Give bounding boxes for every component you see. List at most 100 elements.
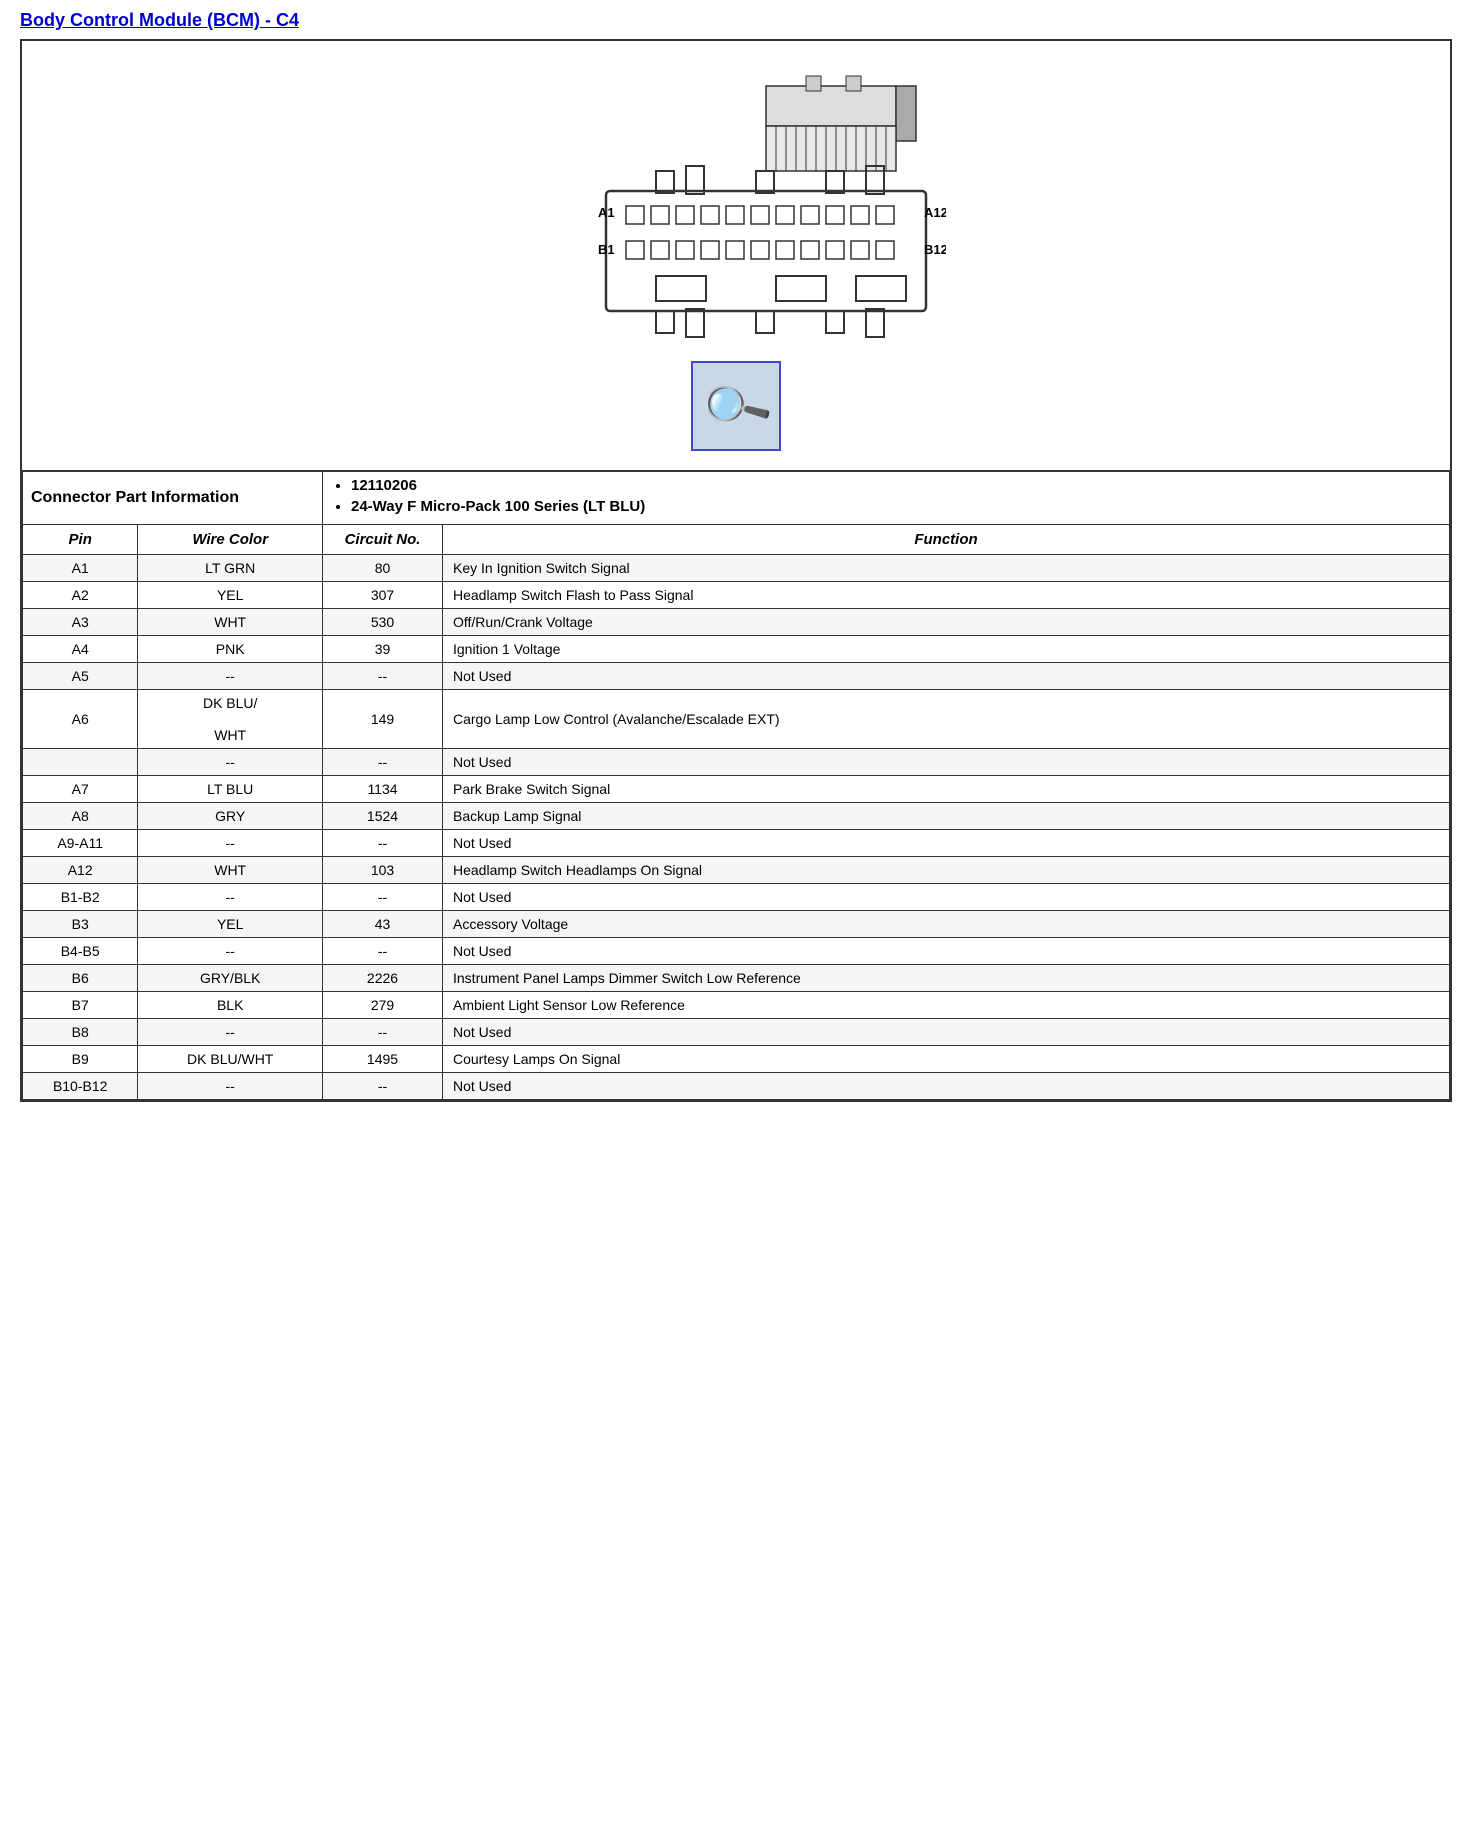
table-row: B9DK BLU/WHT1495Courtesy Lamps On Signal [23, 1046, 1450, 1073]
wire-color-cell: -- [138, 830, 323, 857]
table-row: A9-A11----Not Used [23, 830, 1450, 857]
circuit-no-cell: 530 [323, 609, 443, 636]
magnifier-button[interactable]: 🔍 [691, 361, 781, 451]
function-cell: Not Used [443, 663, 1450, 690]
function-cell: Not Used [443, 884, 1450, 911]
circuit-no-cell: 103 [323, 857, 443, 884]
connector-table: Connector Part Information 12110206 24-W… [22, 471, 1450, 1100]
page-title: Body Control Module (BCM) - C4 [20, 10, 1452, 31]
table-row: A2YEL307Headlamp Switch Flash to Pass Si… [23, 582, 1450, 609]
pin-cell: A2 [23, 582, 138, 609]
table-row: A8GRY1524Backup Lamp Signal [23, 803, 1450, 830]
table-row: A1LT GRN80Key In Ignition Switch Signal [23, 555, 1450, 582]
wire-color-cell: DK BLU/WHT [138, 1046, 323, 1073]
pin-cell: A9-A11 [23, 830, 138, 857]
table-row: A12WHT103Headlamp Switch Headlamps On Si… [23, 857, 1450, 884]
pin-cell: A7 [23, 776, 138, 803]
function-cell: Instrument Panel Lamps Dimmer Switch Low… [443, 965, 1450, 992]
circuit-no-cell: -- [323, 663, 443, 690]
connector-diagram: A1 A12 B1 B12 [526, 61, 946, 341]
pin-cell: B3 [23, 911, 138, 938]
connector-info-label: Connector Part Information [23, 472, 323, 525]
svg-text:A1: A1 [598, 205, 615, 220]
circuit-no-cell: -- [323, 1019, 443, 1046]
connector-info-row: Connector Part Information 12110206 24-W… [23, 472, 1450, 525]
wire-color-cell: WHT [138, 609, 323, 636]
function-cell: Not Used [443, 1019, 1450, 1046]
connector-part-cell: 12110206 24-Way F Micro-Pack 100 Series … [323, 472, 1450, 525]
function-cell: Ignition 1 Voltage [443, 636, 1450, 663]
table-header-row: Pin Wire Color Circuit No. Function [23, 525, 1450, 555]
part-description: 24-Way F Micro-Pack 100 Series (LT BLU) [351, 498, 1441, 515]
magnifier-icon: 🔍 [696, 366, 776, 445]
function-cell: Backup Lamp Signal [443, 803, 1450, 830]
svg-text:B12: B12 [924, 242, 946, 257]
table-row: A7LT BLU1134Park Brake Switch Signal [23, 776, 1450, 803]
wire-color-cell: WHT [138, 857, 323, 884]
function-cell: Off/Run/Crank Voltage [443, 609, 1450, 636]
pin-cell: A1 [23, 555, 138, 582]
function-cell: Not Used [443, 938, 1450, 965]
circuit-no-cell: 43 [323, 911, 443, 938]
function-cell: Cargo Lamp Low Control (Avalanche/Escala… [443, 690, 1450, 749]
header-pin: Pin [23, 525, 138, 555]
pin-cell: B7 [23, 992, 138, 1019]
table-row: B1-B2----Not Used [23, 884, 1450, 911]
table-row: ----Not Used [23, 749, 1450, 776]
wire-color-cell: LT GRN [138, 555, 323, 582]
table-row: A5----Not Used [23, 663, 1450, 690]
wire-color-cell: -- [138, 663, 323, 690]
wire-color-cell: -- [138, 1073, 323, 1100]
circuit-no-cell: -- [323, 1073, 443, 1100]
table-row: B10-B12----Not Used [23, 1073, 1450, 1100]
circuit-no-cell: -- [323, 884, 443, 911]
wire-color-cell: GRY [138, 803, 323, 830]
pin-cell: B6 [23, 965, 138, 992]
table-row: B4-B5----Not Used [23, 938, 1450, 965]
circuit-no-cell: -- [323, 938, 443, 965]
pin-cell: A6 [23, 690, 138, 749]
circuit-no-cell: -- [323, 749, 443, 776]
header-wire-color: Wire Color [138, 525, 323, 555]
function-cell: Not Used [443, 830, 1450, 857]
function-cell: Key In Ignition Switch Signal [443, 555, 1450, 582]
pin-cell: A3 [23, 609, 138, 636]
function-cell: Headlamp Switch Flash to Pass Signal [443, 582, 1450, 609]
svg-text:B1: B1 [598, 242, 615, 257]
pin-cell [23, 749, 138, 776]
function-cell: Courtesy Lamps On Signal [443, 1046, 1450, 1073]
wire-color-cell: -- [138, 884, 323, 911]
wire-color-cell: -- [138, 938, 323, 965]
wire-color-cell: GRY/BLK [138, 965, 323, 992]
wire-color-cell: -- [138, 749, 323, 776]
circuit-no-cell: 279 [323, 992, 443, 1019]
table-row: B8----Not Used [23, 1019, 1450, 1046]
wire-color-cell: YEL [138, 582, 323, 609]
header-circuit-no: Circuit No. [323, 525, 443, 555]
circuit-no-cell: 2226 [323, 965, 443, 992]
function-cell: Ambient Light Sensor Low Reference [443, 992, 1450, 1019]
circuit-no-cell: 307 [323, 582, 443, 609]
function-cell: Not Used [443, 1073, 1450, 1100]
function-cell: Headlamp Switch Headlamps On Signal [443, 857, 1450, 884]
svg-text:A12: A12 [924, 205, 946, 220]
function-cell: Accessory Voltage [443, 911, 1450, 938]
pin-cell: B10-B12 [23, 1073, 138, 1100]
circuit-no-cell: 80 [323, 555, 443, 582]
pin-cell: A12 [23, 857, 138, 884]
wire-color-cell: YEL [138, 911, 323, 938]
table-row: A3WHT530Off/Run/Crank Voltage [23, 609, 1450, 636]
page-container: Body Control Module (BCM) - C4 [0, 0, 1472, 1122]
table-row: A6DK BLU/WHT149Cargo Lamp Low Control (A… [23, 690, 1450, 749]
table-row: B6GRY/BLK2226Instrument Panel Lamps Dimm… [23, 965, 1450, 992]
pin-cell: B1-B2 [23, 884, 138, 911]
wire-color-cell: BLK [138, 992, 323, 1019]
circuit-no-cell: 39 [323, 636, 443, 663]
wire-color-cell: PNK [138, 636, 323, 663]
circuit-no-cell: 149 [323, 690, 443, 749]
circuit-no-cell: 1524 [323, 803, 443, 830]
pin-cell: A5 [23, 663, 138, 690]
function-cell: Park Brake Switch Signal [443, 776, 1450, 803]
function-cell: Not Used [443, 749, 1450, 776]
pin-cell: B9 [23, 1046, 138, 1073]
